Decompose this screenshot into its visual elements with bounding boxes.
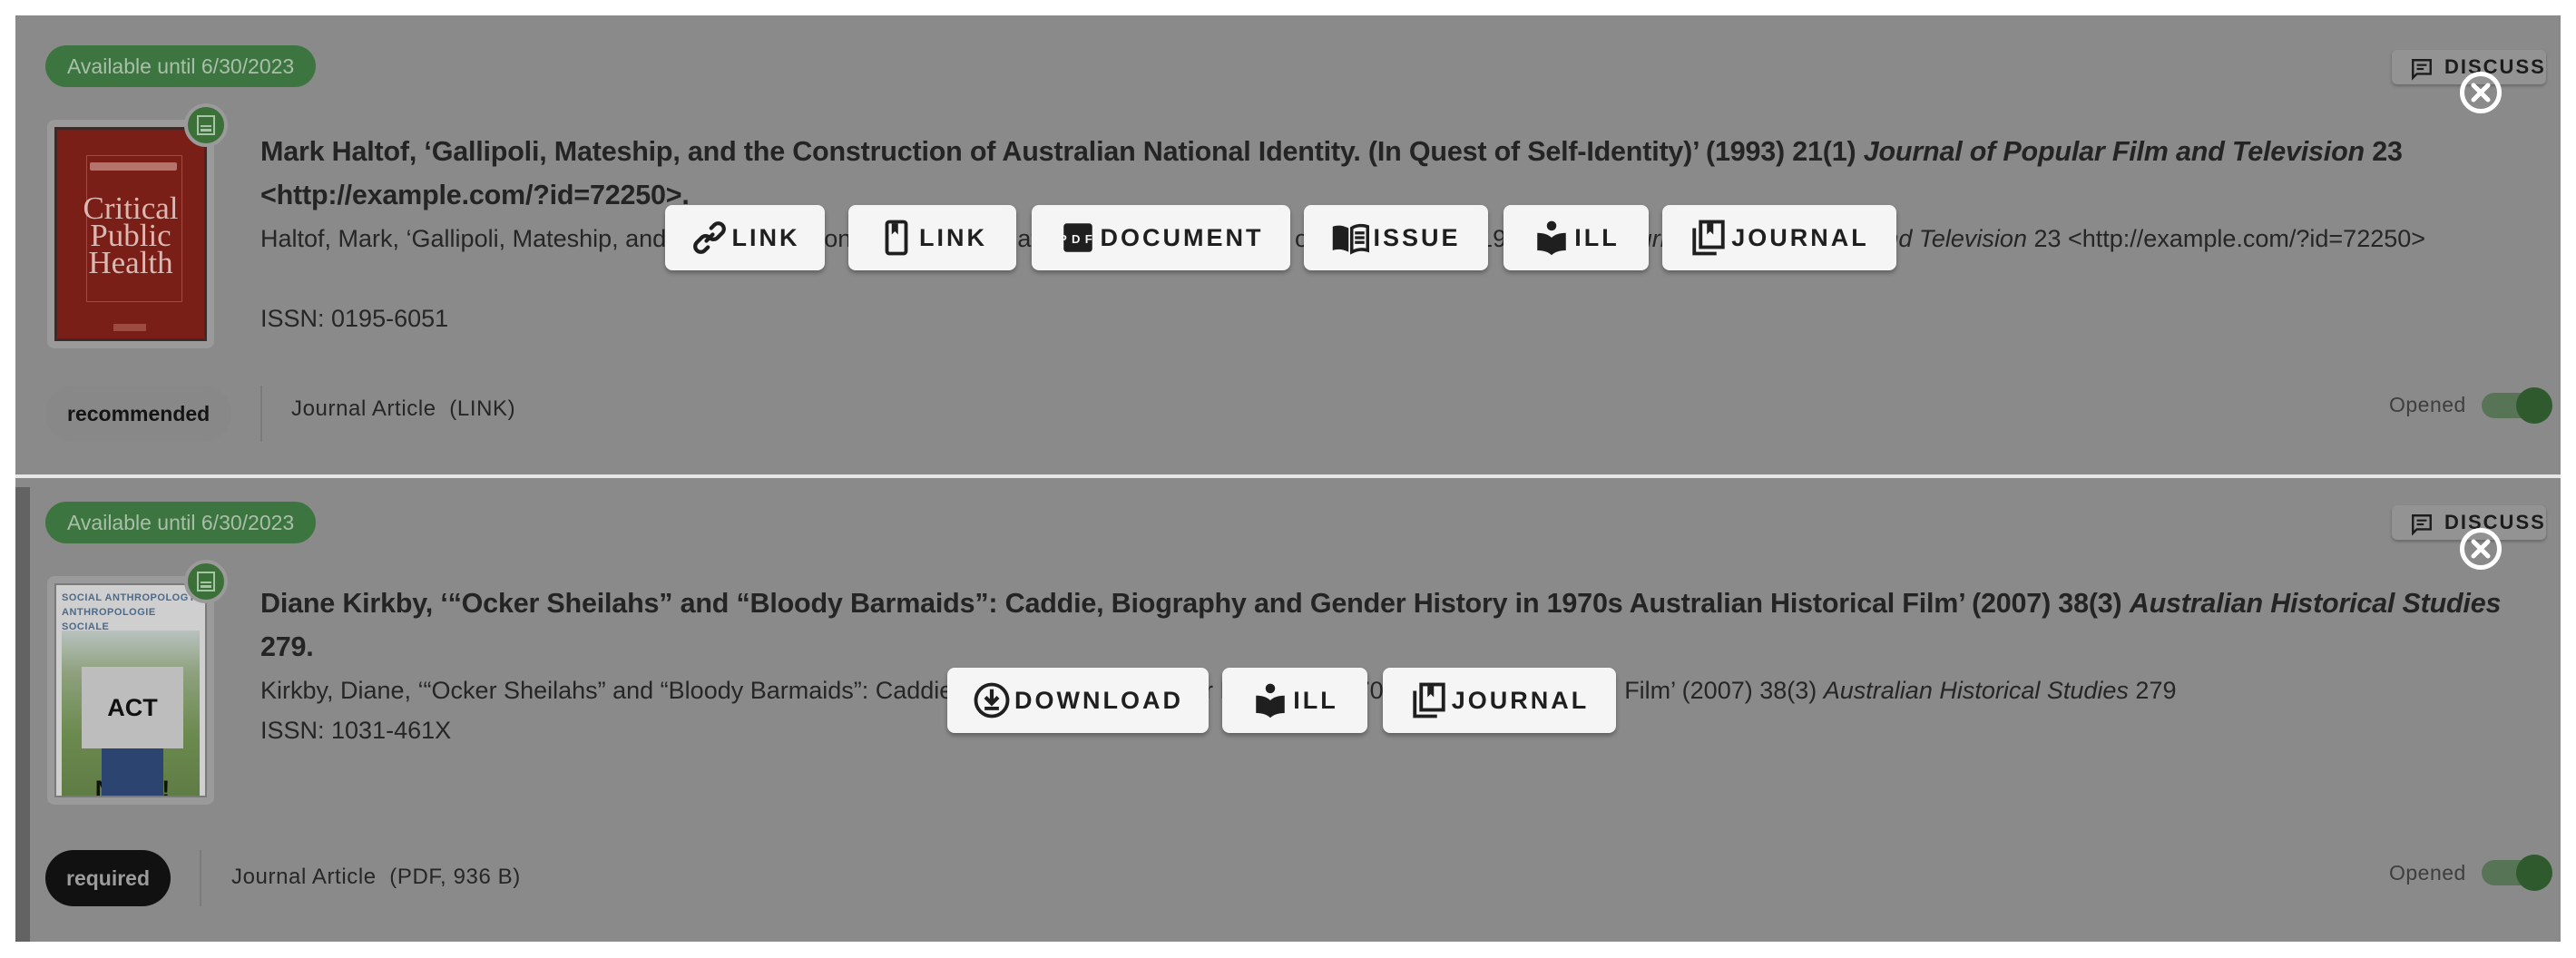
- cover-title: Critical Public Health: [83, 191, 179, 280]
- pdf-icon: PDF: [1059, 223, 1097, 252]
- article-type-icon: [184, 560, 228, 603]
- item-title[interactable]: Diane Kirkby, ‘“Ocker Sheilahs” and “Blo…: [260, 582, 2547, 669]
- opened-toggle[interactable]: [2482, 855, 2552, 891]
- download-icon: [974, 682, 1010, 718]
- library-books-icon: [1692, 220, 1725, 256]
- open-book-icon: [1333, 223, 1370, 255]
- action-ill-button[interactable]: ILL: [1222, 668, 1367, 733]
- link-icon: [692, 221, 726, 254]
- cover-sign: ACT NOW !: [82, 667, 183, 796]
- cover-thumbnail[interactable]: Critical Public Health: [47, 120, 214, 348]
- action-download-button[interactable]: DOWNLOAD: [947, 668, 1209, 733]
- comment-icon: [2412, 514, 2432, 536]
- opened-label: Opened: [2389, 861, 2466, 885]
- importance-chip[interactable]: recommended: [45, 386, 232, 442]
- item-issn: ISSN: 1031-461X: [260, 717, 452, 744]
- reader-icon: [1537, 220, 1566, 256]
- importance-chip[interactable]: required: [45, 850, 171, 906]
- svg-text:PDF: PDF: [1059, 232, 1097, 246]
- selected-indicator: [15, 487, 30, 942]
- availability-badge: Available until 6/30/2023: [45, 45, 317, 87]
- action-journal-button[interactable]: JOURNAL: [1662, 205, 1896, 270]
- reading-list-item: Available until 6/30/2023 SOCIAL ANTHROP…: [15, 478, 2561, 942]
- reader-icon: [1256, 683, 1285, 718]
- cover-image: SOCIAL ANTHROPOLOGY ANTHROPOLOGIE SOCIALE…: [54, 583, 207, 797]
- availability-badge: Available until 6/30/2023: [45, 502, 317, 543]
- footer-divider: [200, 850, 201, 906]
- opened-toggle[interactable]: [2482, 387, 2552, 424]
- close-overlay-button[interactable]: [2460, 528, 2502, 570]
- item-type: Journal Article (PDF, 936 B): [231, 865, 521, 889]
- library-books-icon: [1413, 682, 1445, 718]
- bookmark-phone-icon: [885, 220, 908, 256]
- action-link-button[interactable]: LINK: [665, 205, 825, 270]
- reading-list-item: Available until 6/30/2023 Critical Publi…: [15, 15, 2561, 474]
- close-icon: [2471, 539, 2491, 559]
- close-overlay-button[interactable]: [2460, 72, 2502, 113]
- action-issue-button[interactable]: ISSUE: [1304, 205, 1488, 270]
- item-type: Journal Article (LINK): [291, 396, 516, 421]
- action-ill-button[interactable]: ILL: [1503, 205, 1649, 270]
- cover-thumbnail[interactable]: SOCIAL ANTHROPOLOGY ANTHROPOLOGIE SOCIALE…: [47, 576, 214, 805]
- close-icon: [2471, 83, 2491, 103]
- cover-image: Critical Public Health: [54, 127, 207, 341]
- opened-label: Opened: [2389, 393, 2466, 416]
- item-title[interactable]: Mark Haltof, ‘Gallipoli, Mateship, and t…: [260, 130, 2547, 217]
- article-type-icon: [184, 103, 228, 147]
- comment-icon: [2412, 59, 2432, 81]
- action-journal-button[interactable]: JOURNAL: [1383, 668, 1616, 733]
- action-link-button[interactable]: LINK: [848, 205, 1016, 270]
- action-document-button[interactable]: PDF DOCUMENT: [1032, 205, 1290, 270]
- footer-divider: [260, 386, 262, 442]
- item-issn: ISSN: 0195-6051: [260, 305, 449, 332]
